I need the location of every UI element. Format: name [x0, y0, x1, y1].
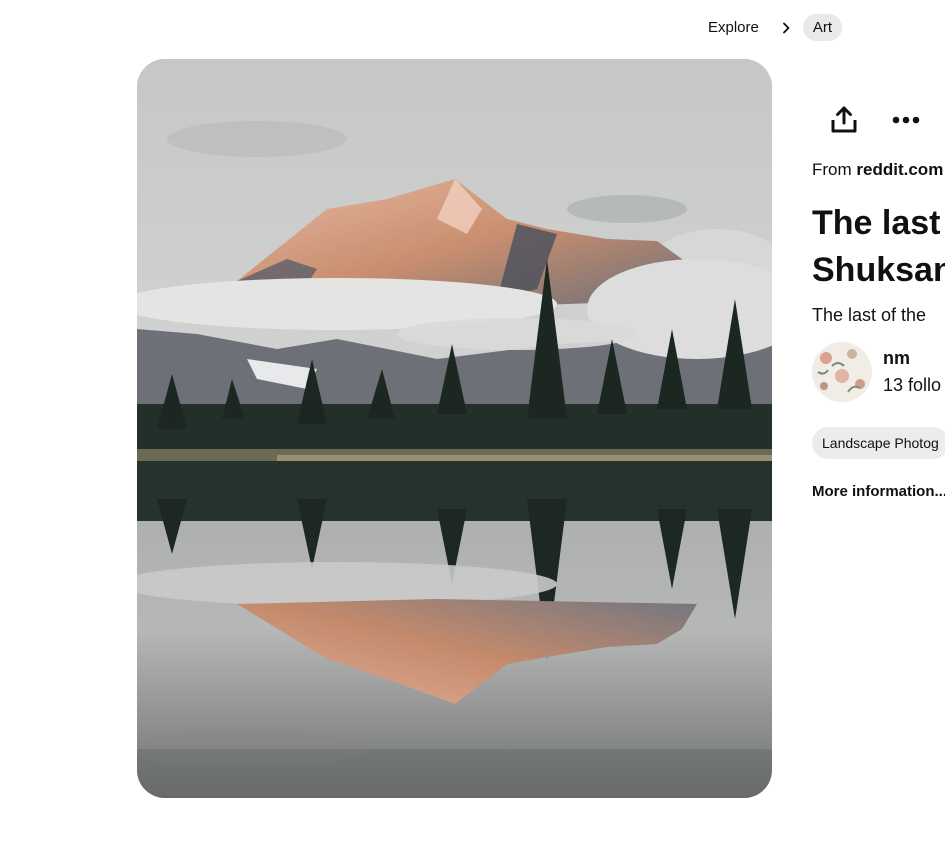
chevron-right-icon: [779, 21, 793, 35]
avatar[interactable]: [812, 342, 872, 402]
topic-tag[interactable]: Landscape Photog: [812, 427, 945, 459]
pin-description: The last of the: [812, 305, 927, 325]
pin-title-line-1: The last: [812, 204, 941, 242]
pin-source[interactable]: From reddit.com: [812, 160, 943, 180]
more-information-link[interactable]: More information...: [812, 483, 945, 500]
breadcrumb-art[interactable]: Art: [802, 14, 843, 41]
pin-action-bar: [826, 100, 945, 140]
creator-info: nm 13 follo: [883, 348, 941, 396]
pin-image-art: [137, 59, 772, 798]
source-prefix: From: [812, 160, 852, 179]
creator-followers: 13 follo: [883, 375, 942, 395]
breadcrumb-explore[interactable]: Explore: [698, 14, 769, 41]
pin-image[interactable]: [137, 59, 772, 798]
breadcrumb: Explore Art: [698, 14, 843, 41]
more-options-icon[interactable]: [888, 102, 924, 138]
pin-actions-panel: [812, 100, 945, 140]
share-upload-icon[interactable]: [826, 102, 862, 138]
source-domain-link[interactable]: reddit.com: [856, 160, 943, 179]
pin-title-line-2: Shuksan: [812, 251, 945, 289]
pin-creator[interactable]: nm 13 follo: [812, 342, 941, 402]
pin-title: The last Shuksan: [812, 200, 945, 294]
pin-page: Explore Art From reddit.com The last Shu…: [0, 0, 945, 850]
creator-name[interactable]: nm: [883, 348, 941, 369]
